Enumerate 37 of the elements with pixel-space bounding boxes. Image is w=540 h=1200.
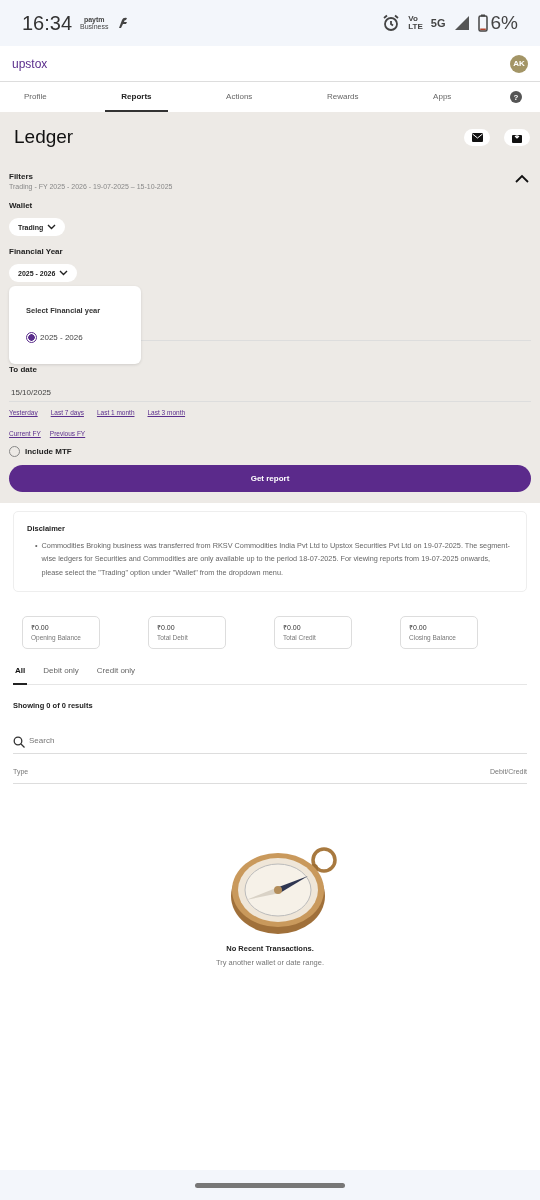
- search-field[interactable]: Search: [13, 730, 527, 755]
- filter-tab[interactable]: Credit only: [94, 664, 138, 686]
- help-icon[interactable]: ?: [509, 91, 522, 103]
- financial-year-label: Financial Year: [9, 247, 64, 256]
- battery-percent: 6%: [490, 12, 518, 34]
- filter-tab[interactable]: All: [13, 664, 28, 686]
- search-icon: [13, 736, 25, 749]
- nav-tab[interactable]: Actions: [210, 82, 269, 112]
- filters-title: Filters: [9, 172, 34, 181]
- wallet-label: Wallet: [9, 201, 34, 210]
- checkbox-label: Include MTF: [25, 447, 72, 456]
- radio-option[interactable]: 2025 - 2026: [26, 332, 141, 343]
- email-button[interactable]: [464, 128, 490, 146]
- page-title: Ledger: [14, 126, 74, 148]
- checkbox[interactable]: [9, 446, 20, 457]
- download-button[interactable]: [504, 128, 530, 146]
- upstox-logo[interactable]: upstox: [12, 56, 48, 71]
- chevron-up-icon[interactable]: [515, 174, 529, 183]
- lte-label: LTE: [408, 23, 423, 31]
- caret-icon: [47, 224, 57, 230]
- caret-icon: [59, 270, 69, 276]
- clock-time: 16:34: [22, 11, 73, 35]
- volte-label: Vo: [408, 15, 419, 23]
- get-report-button[interactable]: Get report: [9, 465, 531, 492]
- battery-icon: [477, 14, 488, 32]
- to-date-label: To date: [9, 365, 38, 374]
- alarm-icon: [382, 14, 401, 32]
- network-label: 5G: [430, 17, 446, 29]
- nav-tab[interactable]: Profile: [8, 82, 63, 112]
- mail-icon: [471, 132, 483, 142]
- nav-tab[interactable]: Rewards: [310, 82, 375, 112]
- filter-tab[interactable]: Debit only: [41, 664, 81, 686]
- gesture-bar[interactable]: [195, 1182, 345, 1188]
- nav-tab[interactable]: Apps: [417, 82, 468, 112]
- date-field[interactable]: 15/10/2025: [9, 388, 531, 402]
- radio-button[interactable]: [26, 332, 37, 343]
- signal-icon: [453, 15, 470, 31]
